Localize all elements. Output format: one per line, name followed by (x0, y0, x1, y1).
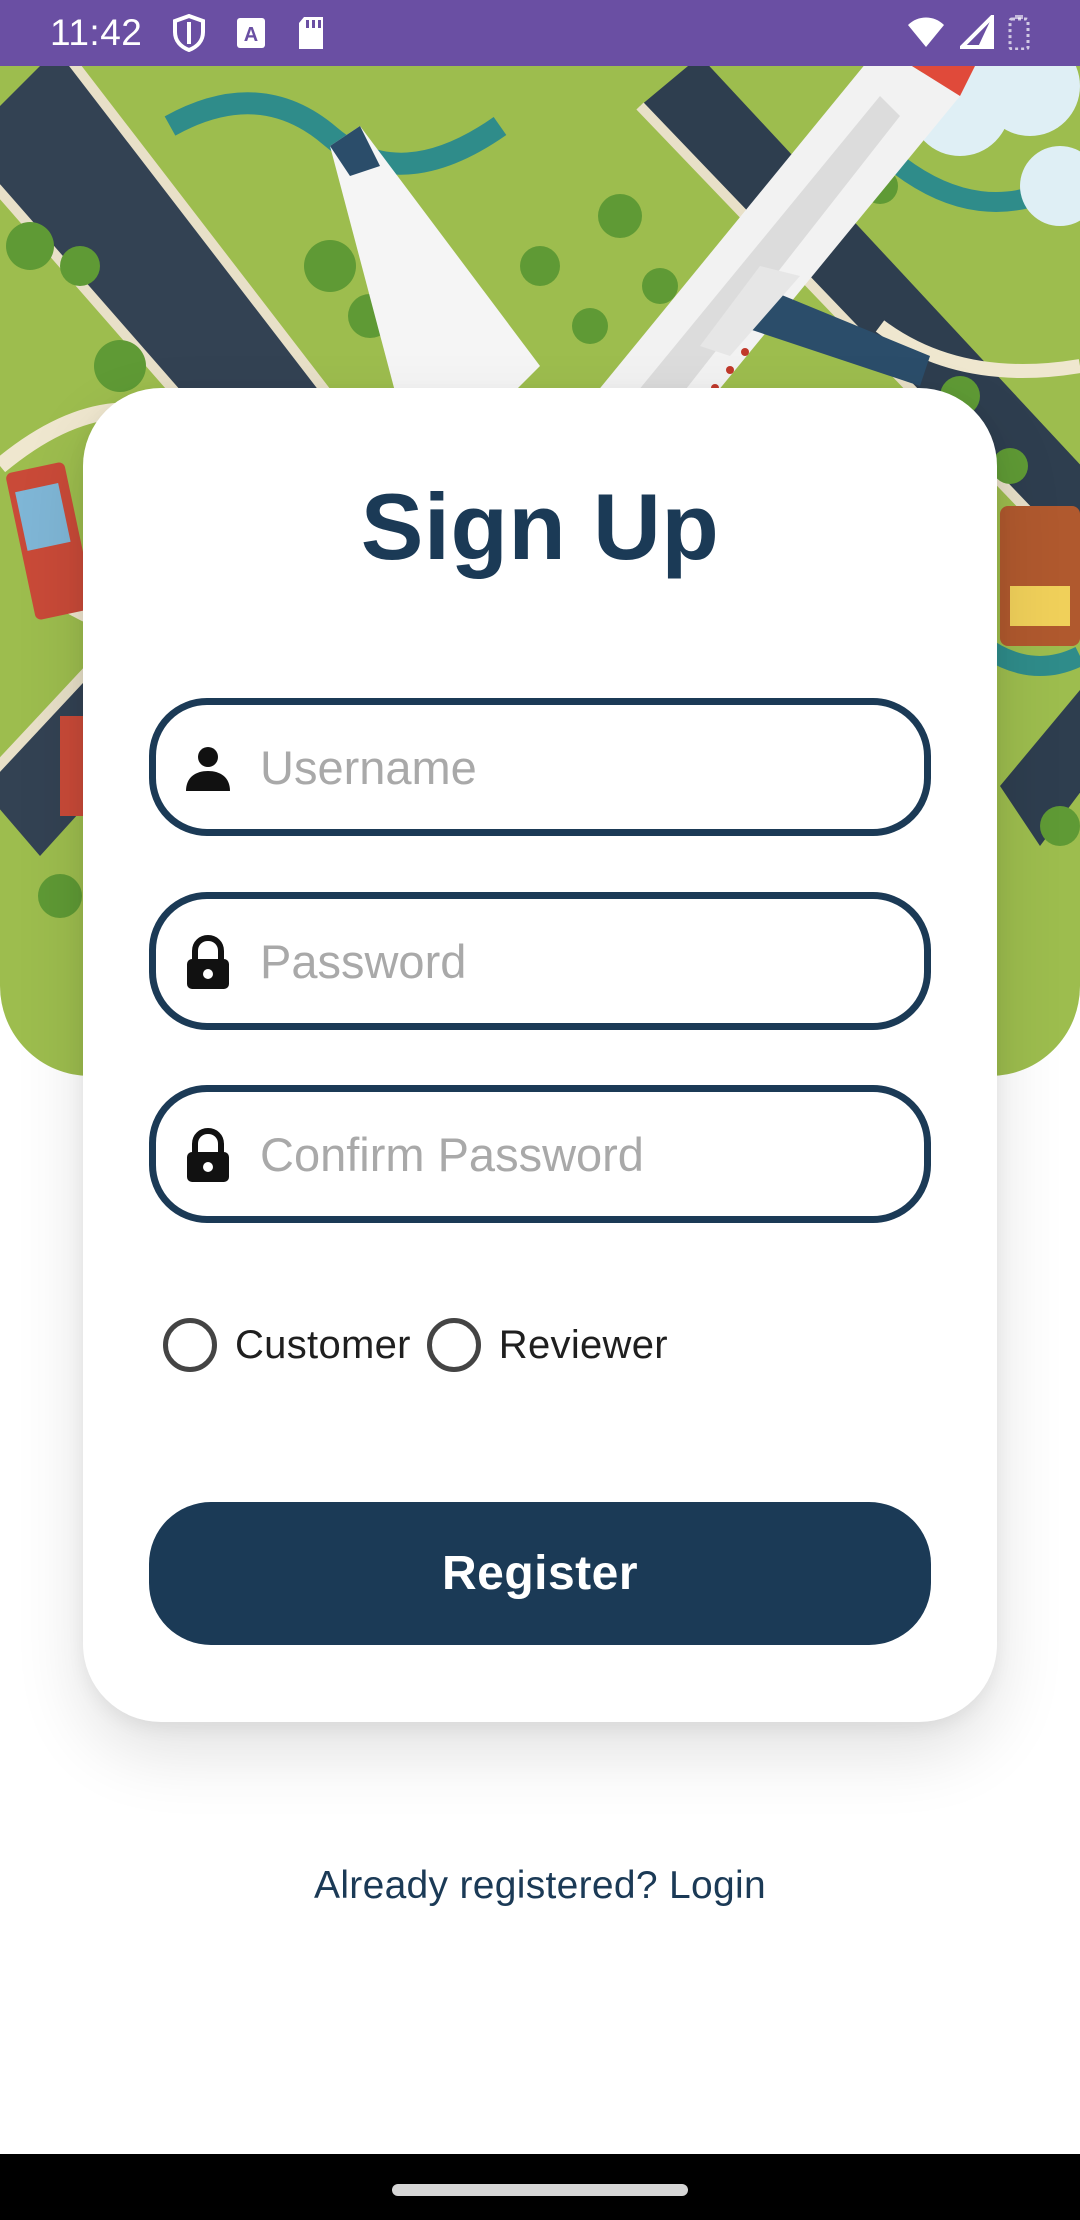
status-icons-right (906, 14, 1030, 50)
page-title: Sign Up (360, 474, 720, 579)
shield-icon (172, 14, 206, 52)
role-option-reviewer[interactable]: Reviewer (426, 1318, 668, 1372)
register-button[interactable]: Register (149, 1502, 931, 1645)
role-option-customer[interactable]: Customer (163, 1318, 411, 1372)
person-icon (182, 741, 234, 793)
signal-icon (960, 15, 994, 49)
role-radio-group: Customer Reviewer (163, 1318, 684, 1372)
home-gesture-handle[interactable] (392, 2184, 688, 2196)
role-label-customer: Customer (235, 1322, 411, 1367)
password-input[interactable] (260, 899, 894, 1023)
wifi-icon (906, 15, 946, 49)
username-field[interactable] (149, 698, 931, 836)
sign-up-screen: 11:42 A Sign Up Username Customer Review… (0, 0, 1080, 2220)
sign-up-card: Sign Up Customer (83, 388, 997, 1722)
status-icons-left: A (172, 14, 326, 52)
confirm-password-input[interactable] (260, 1092, 894, 1216)
lock-icon (182, 1127, 234, 1182)
status-bar: 11:42 A (0, 0, 1080, 66)
battery-icon (1008, 14, 1030, 50)
lock-icon (182, 934, 234, 989)
sd-card-icon (296, 16, 326, 50)
login-link[interactable]: Already registered? Login (0, 1864, 1080, 1908)
radio-unchecked-icon[interactable] (426, 1318, 481, 1372)
role-label-reviewer: Reviewer (498, 1322, 668, 1367)
password-field[interactable] (149, 892, 931, 1030)
keyboard-a-icon: A (236, 17, 266, 49)
radio-unchecked-icon[interactable] (163, 1318, 217, 1372)
status-time: 11:42 (50, 12, 143, 53)
username-input[interactable] (260, 705, 894, 829)
navigation-bar (0, 2154, 1080, 2220)
confirm-password-field[interactable] (149, 1085, 931, 1223)
svg-text:A: A (244, 24, 258, 46)
